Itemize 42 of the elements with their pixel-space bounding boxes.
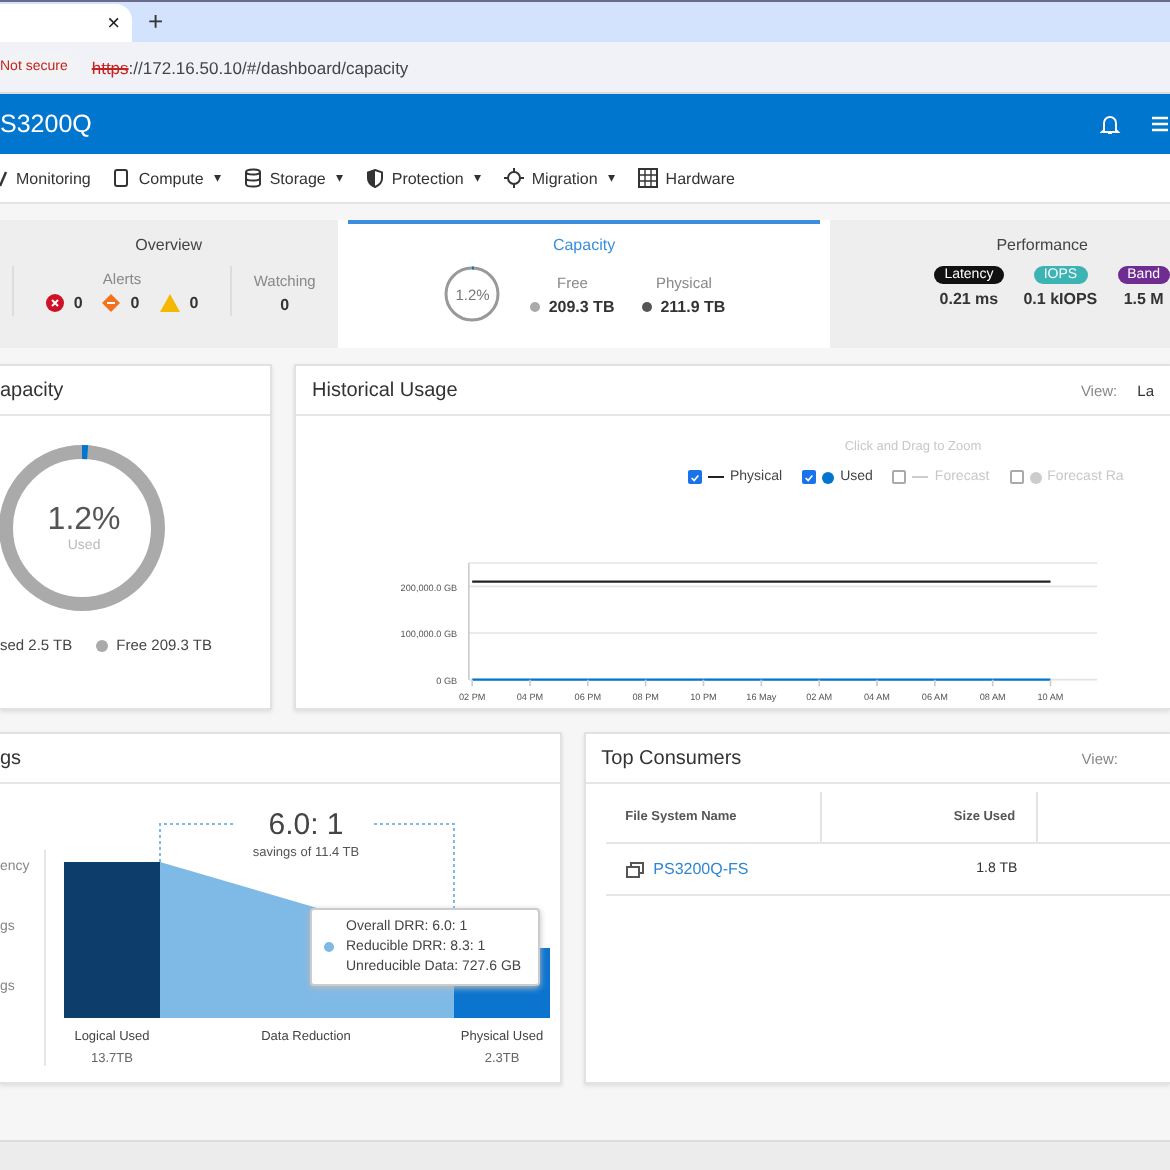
metric-value: 0.1 kIOPS [1023, 290, 1098, 308]
tooltip-dot [324, 942, 334, 952]
stat-value: 209.3 TB [548, 297, 615, 315]
metric-value: 0.21 ms [939, 290, 999, 308]
checkbox[interactable] [688, 470, 702, 484]
browser-tab[interactable]: × [0, 4, 132, 42]
checkbox[interactable] [892, 470, 907, 484]
shield-icon [365, 168, 384, 188]
alert-count: 0 [189, 294, 199, 312]
file-system-link[interactable]: PS3200Q-FS [653, 860, 749, 878]
tab-title: Performance [996, 236, 1088, 254]
stack-icon[interactable] [1150, 112, 1170, 136]
page-icon [112, 168, 131, 188]
stat-value: 211.9 TB [660, 297, 726, 315]
nav-menu-item[interactable]: Hardware [637, 168, 735, 188]
alert-count: 0 [73, 294, 83, 312]
grid-icon [637, 168, 658, 188]
checkbox[interactable] [1009, 470, 1024, 484]
card-title: gs [0, 747, 24, 769]
card-title: apacity [0, 379, 66, 401]
close-tab-button[interactable]: × [107, 11, 120, 35]
crosshair-icon [503, 168, 524, 188]
watching-count: 0 [280, 296, 290, 314]
file-system-icon [625, 861, 644, 877]
app-title: S3200Q [0, 110, 94, 138]
database-icon [243, 168, 262, 188]
tab-title: Capacity [552, 236, 616, 254]
critical-alert-icon [45, 294, 64, 312]
card-title: Historical Usage [312, 379, 460, 401]
reduction-ratio: 6.0: 1 [268, 808, 344, 842]
card-title: Top Consumers [601, 747, 744, 769]
address-field[interactable]: https://172.16.50.10/#/dashboard/capacity [91, 57, 409, 77]
checkbox[interactable] [802, 470, 817, 484]
new-tab-button[interactable]: + [148, 6, 164, 36]
used-percent: 1.2% [47, 503, 121, 538]
tab-title: Overview [135, 236, 203, 254]
warning-alert-icon [159, 294, 180, 312]
nav-menu-item[interactable]: Monitoring [0, 168, 91, 188]
alert-count: 0 [130, 294, 140, 312]
major-alert-icon [102, 294, 121, 312]
notification-icon[interactable] [1098, 112, 1122, 136]
metric-value: 1.5 M [1123, 290, 1164, 308]
